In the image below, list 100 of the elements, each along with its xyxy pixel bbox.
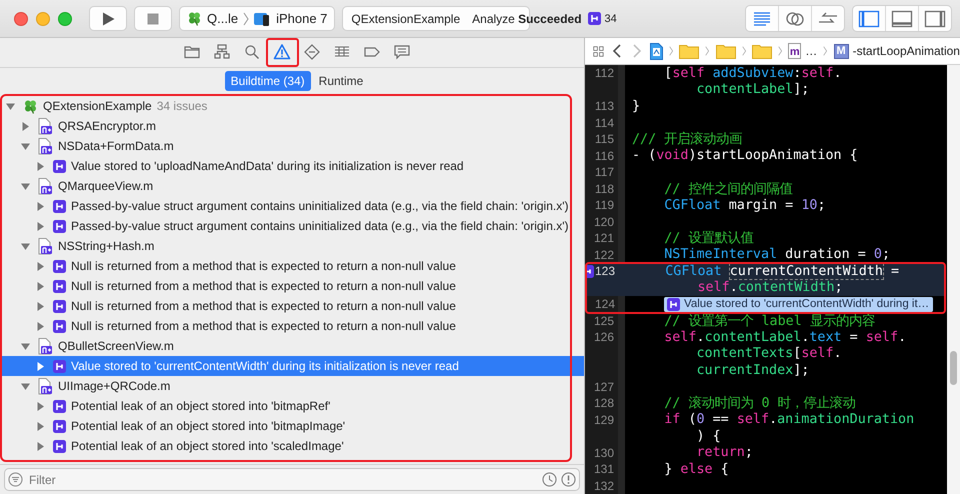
source-file-icon: [38, 178, 53, 195]
disclosure-triangle[interactable]: [36, 222, 45, 231]
chevron-icon: [243, 12, 250, 26]
disclosure-triangle[interactable]: [36, 202, 45, 211]
issue-item[interactable]: Null is returned from a method that is expected to return a non-null value: [2, 256, 584, 276]
scrollbar-thumb[interactable]: [950, 351, 957, 385]
file-item[interactable]: QRSAEncryptor.m: [2, 116, 584, 136]
source-file-icon: [38, 238, 53, 255]
issue-item[interactable]: Passed-by-value struct argument contains uninitialized data (e.g., via the field chain: 'origin.x'): [2, 216, 584, 236]
left-panel-icon: [858, 8, 880, 28]
line-number: 129: [594, 412, 614, 427]
issue-count: 34 issues: [156, 99, 208, 114]
segment-tab[interactable]: Buildtime (34): [224, 71, 311, 91]
issue-item[interactable]: Value stored to 'currentContentWidth' during its initialization is never read: [2, 356, 584, 376]
stop-button[interactable]: [134, 6, 172, 31]
disclosure-triangle[interactable]: [36, 442, 45, 451]
chevron-icon: [705, 44, 710, 58]
disclosure-triangle[interactable]: [21, 142, 30, 151]
disclosure-triangle[interactable]: [36, 282, 45, 291]
disclosure-triangle[interactable]: [36, 362, 45, 371]
file-item[interactable]: NSData+FormData.m: [2, 136, 584, 156]
code-line: }: [632, 98, 640, 114]
code-line: if (0 == self.animationDuration: [663, 412, 914, 428]
issue-item[interactable]: Potential leak of an object stored into 'bitmapRef': [2, 396, 584, 416]
line-number: 131: [594, 462, 614, 476]
file-item[interactable]: UIImage+QRCode.m: [2, 376, 584, 396]
line-number: 126: [594, 330, 614, 344]
filter-field[interactable]: Filter: [4, 468, 580, 492]
build-status: Analyze Succeeded: [472, 12, 582, 26]
disclosure-triangle[interactable]: [36, 322, 45, 331]
method-name[interactable]: -startLoopAnimation: [852, 44, 960, 58]
issue-icon: [53, 420, 66, 433]
scheme-selector[interactable]: Q...le iPhone 7: [179, 6, 336, 31]
project-file-icon[interactable]: [650, 42, 663, 60]
folder-icon[interactable]: [716, 43, 736, 59]
disclosure-triangle[interactable]: [36, 262, 45, 271]
line-number: 132: [594, 478, 614, 493]
grid-icon[interactable]: [593, 44, 604, 58]
line-number: 116: [594, 148, 614, 163]
disclosure-triangle[interactable]: [36, 402, 45, 411]
clock-icon[interactable]: [542, 472, 557, 488]
project-name: QExtensionExample: [351, 12, 460, 26]
line-number: 125: [594, 314, 614, 328]
disclosure-triangle[interactable]: [36, 162, 45, 171]
line-number: 114: [594, 116, 614, 130]
filter-icon: [8, 472, 23, 488]
disclosure-triangle[interactable]: [21, 242, 30, 251]
code-line: self.contentLabel.text = self.: [663, 330, 906, 345]
disclosure-triangle[interactable]: [6, 102, 15, 111]
issue-count: 34: [604, 12, 617, 24]
filter-input[interactable]: Filter: [27, 472, 538, 488]
navigator-tab[interactable]: [302, 42, 322, 62]
folder-icon[interactable]: [752, 43, 772, 59]
project-item[interactable]: QExtensionExample 34 issues: [2, 96, 584, 116]
close-button[interactable]: [14, 12, 28, 26]
file-item[interactable]: NSString+Hash.m: [2, 236, 584, 256]
navigator-tab[interactable]: [272, 42, 292, 62]
clover-icon: [187, 11, 202, 26]
phone-icon: [254, 12, 272, 26]
issue-item[interactable]: Passed-by-value struct argument contains uninitialized data (e.g., via the field chain: 'origin.x'): [2, 196, 584, 216]
code-line: return;: [695, 445, 753, 460]
scheme-name: Q...le: [207, 11, 238, 26]
device-name: iPhone 7: [276, 11, 328, 26]
folder-icon[interactable]: [679, 43, 700, 59]
code-line: NSTimeInterval duration = 0;: [663, 247, 890, 262]
issue-item[interactable]: Potential leak of an object stored into 'bitmapImage': [2, 416, 584, 436]
zoom-button[interactable]: [58, 12, 72, 26]
run-button[interactable]: [89, 6, 127, 31]
segment-tab[interactable]: Runtime: [312, 71, 370, 91]
source-file-icon[interactable]: m: [788, 43, 802, 59]
disclosure-triangle[interactable]: [21, 122, 30, 131]
issue-item[interactable]: Value stored to 'uploadNameAndData' during its initialization is never read: [2, 156, 584, 176]
line-number: 122: [594, 248, 614, 262]
file-item[interactable]: QMarqueeView.m: [2, 176, 584, 196]
code-line: - (void)startLoopAnimation {: [632, 148, 858, 164]
disclosure-triangle[interactable]: [36, 422, 45, 431]
warning-icon: [272, 42, 290, 61]
disclosure-triangle[interactable]: [21, 382, 30, 391]
code-line: } else {: [663, 462, 729, 477]
exclamation-icon[interactable]: [561, 472, 576, 488]
code-line: /// 开启滚动动画: [632, 130, 742, 148]
right-panel-icon: [924, 8, 946, 28]
line-number: 112: [594, 66, 614, 80]
navigator-tab[interactable]: [392, 42, 412, 62]
issue-icon: [53, 440, 66, 453]
issue-item[interactable]: Null is returned from a method that is expected to return a non-null value: [2, 276, 584, 296]
issue-item[interactable]: Null is returned from a method that is expected to return a non-null value: [2, 316, 584, 336]
path-item[interactable]: …: [805, 44, 818, 58]
issue-item[interactable]: Potential leak of an object stored into 'scaledImage': [2, 436, 584, 456]
issue-annotation[interactable]: Value stored to 'currentContentWidth' during it…: [664, 296, 934, 312]
disclosure-triangle[interactable]: [21, 182, 30, 191]
line-number: 123: [594, 264, 615, 278]
code-line: ) {: [695, 428, 721, 444]
code-line: // 设置第一个 label 显示的内容: [663, 312, 875, 330]
file-item[interactable]: QBulletScreenView.m: [2, 336, 584, 356]
issue-icon: [53, 260, 66, 273]
disclosure-triangle[interactable]: [36, 302, 45, 311]
issue-item[interactable]: Null is returned from a method that is expected to return a non-null value: [2, 296, 584, 316]
hierarchy-icon: [212, 42, 230, 61]
disclosure-triangle[interactable]: [21, 342, 30, 351]
